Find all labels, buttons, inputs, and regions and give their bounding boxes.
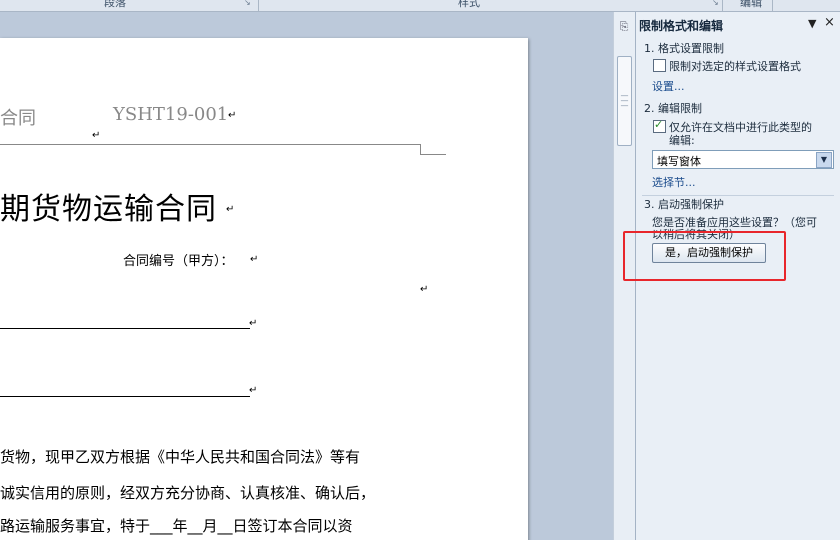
blank-fill-line[interactable] <box>0 396 250 397</box>
paragraph-mark: ↵ <box>250 254 259 265</box>
header-rule <box>420 154 446 155</box>
ribbon-group-paragraph[interactable]: 段落 <box>104 0 126 10</box>
ribbon-separator <box>772 0 773 11</box>
editing-type-dropdown[interactable]: 填写窗体 ▼ <box>652 150 834 169</box>
contract-number-label: 合同编号（甲方）： <box>123 254 234 269</box>
editing-restriction-label-cont[interactable]: 编辑: <box>669 132 695 148</box>
blank-fill-line[interactable] <box>0 328 250 329</box>
paragraph-mark: ↵ <box>226 204 235 215</box>
highlight-box <box>623 231 786 281</box>
styles-dialog-launcher-icon[interactable]: ↘ <box>712 0 719 7</box>
document-title: 期货物运输合同 <box>0 192 217 227</box>
ruler-toggle-icon[interactable]: ⎘ <box>617 20 631 34</box>
formatting-restriction-checkbox[interactable] <box>653 59 666 72</box>
ribbon-group-styles[interactable]: 样式 <box>458 0 480 10</box>
body-text-line: 货物，现甲乙双方根据《中华人民共和国合同法》等有 <box>0 448 361 466</box>
section-enforce-title: 3. 启动强制保护 <box>644 198 724 211</box>
paragraph-mark: ↵ <box>249 385 258 396</box>
ribbon-group-editing[interactable]: 编辑 <box>740 0 762 10</box>
section-editing-title: 2. 编辑限制 <box>644 102 702 115</box>
header-rule <box>420 144 421 154</box>
header-rule <box>0 144 420 145</box>
paragraph-mark: ↵ <box>249 318 258 329</box>
ribbon-separator <box>722 0 723 11</box>
pane-close-icon[interactable]: × <box>824 15 835 30</box>
header-left-text: 合同 <box>0 108 36 129</box>
document-canvas[interactable]: 合同 YSHT19-001 ↵ ↵ 期货物运输合同 ↵ 合同编号（甲方）： ↵ … <box>0 12 613 540</box>
document-page[interactable]: 合同 YSHT19-001 ↵ ↵ 期货物运输合同 ↵ 合同编号（甲方）： ↵ … <box>0 38 528 540</box>
paragraph-mark: ↵ <box>228 110 237 121</box>
formatting-restriction-label[interactable]: 限制对选定的样式设置格式 <box>669 58 801 74</box>
editing-restriction-checkbox[interactable] <box>653 118 666 133</box>
pane-menu-icon[interactable]: ▼ <box>808 17 816 30</box>
chevron-down-icon[interactable]: ▼ <box>816 152 832 168</box>
select-sections-link[interactable]: 选择节... <box>652 174 696 190</box>
editing-type-value: 填写窗体 <box>657 155 701 168</box>
paragraph-mark: ↵ <box>92 130 101 141</box>
body-text-line: 路运输服务事宜，特于___年__月__日签订本合同以资 <box>0 517 353 535</box>
scrollbar-thumb[interactable]: — — — <box>617 56 632 146</box>
ribbon-bar: 段落 ↘ 样式 ↘ 编辑 <box>0 0 840 12</box>
paragraph-dialog-launcher-icon[interactable]: ↘ <box>244 0 251 7</box>
formatting-settings-link[interactable]: 设置... <box>652 78 685 94</box>
body-text-line: 诚实信用的原则，经双方充分协商、认真核准、确认后， <box>0 484 376 502</box>
ribbon-separator <box>258 0 259 11</box>
paragraph-mark: ↵ <box>420 284 429 295</box>
header-contract-code: YSHT19-001 <box>113 104 229 125</box>
section-formatting-title: 1. 格式设置限制 <box>644 42 724 55</box>
thumb-grip-icon: — — — <box>620 91 629 110</box>
pane-title: 限制格式和编辑 <box>639 19 724 33</box>
